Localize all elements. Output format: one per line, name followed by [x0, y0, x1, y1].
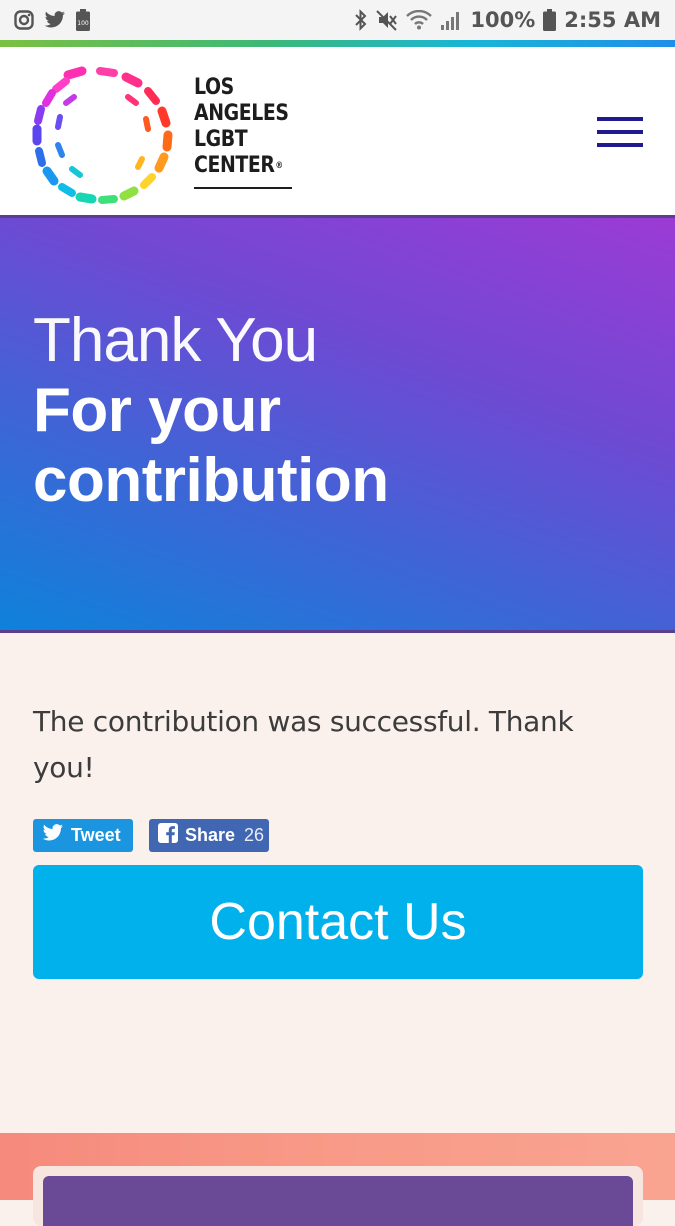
header-color-strip — [0, 40, 675, 47]
svg-text:100: 100 — [77, 20, 89, 27]
tweet-label: Tweet — [71, 825, 121, 845]
footer-band — [0, 1133, 675, 1226]
status-left-icons: 100 — [14, 9, 90, 31]
status-time: 2:55 AM — [564, 8, 661, 32]
site-header: LOS ANGELES LGBT CENTER® — [0, 47, 675, 218]
registered-mark: ® — [275, 161, 283, 171]
menu-bar-middle — [597, 130, 643, 134]
logo-line-4-text: CENTER — [194, 153, 275, 178]
success-message: The contribution was successful. Thank y… — [33, 705, 574, 784]
hero-title-light: Thank You — [33, 306, 318, 375]
signal-icon — [440, 10, 462, 30]
mute-icon — [376, 9, 398, 31]
battery-saver-icon: 100 — [76, 9, 90, 31]
contact-us-button[interactable]: Contact Us — [33, 865, 643, 979]
share-label: Share — [185, 825, 236, 845]
hero-title-bold: For your contribution — [33, 376, 389, 515]
tweet-button[interactable]: Tweet — [33, 819, 133, 852]
hamburger-menu-icon[interactable] — [597, 117, 643, 147]
bluetooth-icon — [354, 9, 368, 31]
logo-wordmark[interactable]: LOS ANGELES LGBT CENTER® — [194, 75, 289, 179]
menu-bar-top — [597, 117, 643, 121]
main-content: The contribution was successful. Thank y… — [0, 633, 675, 1133]
facebook-icon — [158, 823, 178, 848]
social-share-row: Tweet Share 26 — [33, 819, 269, 852]
facebook-share-button[interactable]: Share 26 — [149, 819, 269, 852]
logo-line-4: CENTER® — [194, 153, 283, 179]
logo-line-2: ANGELES — [194, 101, 289, 126]
battery-percent: 100% — [470, 8, 536, 32]
share-count: 26 — [244, 825, 265, 845]
twitter-icon — [44, 11, 66, 29]
instagram-icon — [14, 10, 34, 30]
logo-line-1: LOS — [194, 75, 234, 100]
status-right-icons: 100% 2:55 AM — [354, 8, 661, 32]
battery-icon — [543, 9, 557, 31]
lgbt-center-logo-mark[interactable] — [30, 61, 178, 209]
menu-bar-bottom — [597, 143, 643, 147]
logo-line-3: LGBT — [194, 127, 248, 152]
status-bar: 100 100% 2:55 AM — [0, 0, 675, 40]
footer-card-header — [43, 1176, 633, 1226]
logo-underline — [194, 187, 292, 189]
wifi-icon — [406, 10, 433, 30]
twitter-bird-icon — [42, 824, 64, 847]
footer-card — [33, 1166, 643, 1226]
hero-banner: Thank You For your contribution — [0, 218, 675, 633]
